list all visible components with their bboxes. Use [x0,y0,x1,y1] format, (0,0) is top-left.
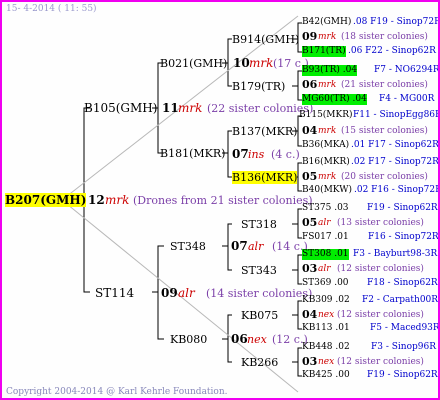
copyright-footer: Copyright 2004-2014 @ Karl Kehrle Founda… [6,387,228,397]
queen-mg60-id[interactable]: MG60(TR) .04 [302,94,367,105]
queen-b181-description: (4 c.) [271,148,300,161]
queen-kb266-description: (12 sister colonies) [337,357,424,367]
queen-b36-id[interactable]: B36(MKA) [302,140,349,151]
queen-b914-id[interactable]: B914(GMH) [232,33,299,46]
queen-st318-id[interactable]: ST318 [241,218,277,231]
queen-b16-id[interactable]: B16(MKR) [302,157,350,168]
queen-b021-generation: 10 [233,56,250,70]
queen-kb448-id[interactable]: KB448 .02 [302,342,350,353]
queen-lower-description: (14 sister colonies) [206,287,313,300]
queen-kb448-info: F3 - Sinop96R [371,342,436,352]
queen-st308-info: F3 - Bayburt98-3R [353,249,438,259]
root-queen-id[interactable]: B207(GMH) [5,193,87,207]
queen-kb266-generation: 03 [302,355,318,368]
queen-lower-generation: 09 [161,286,178,300]
queen-kb080-id[interactable]: KB080 [170,333,207,346]
queen-kb075-mark: nex [318,310,335,320]
queen-b93-info: F7 - NO6294R [374,65,440,75]
root-description: (Drones from 21 sister colonies) [133,194,313,207]
queen-st375-id[interactable]: ST375 .03 [302,203,349,214]
queen-b914-mark: mrk [318,32,337,42]
queen-b179-id[interactable]: B179(TR) [232,80,285,93]
queen-b137-generation: 04 [302,124,318,137]
queen-kb075-generation: 04 [302,308,318,321]
root-generation: 12 [88,193,105,207]
queen-b42-id[interactable]: B42(GMH) [302,17,351,28]
queen-st343-mark: alr [318,264,331,274]
queen-b136-mark: mrk [318,172,337,182]
queen-st369-id[interactable]: ST369 .00 [302,278,349,289]
queen-b40-id[interactable]: B40(MKW) [302,185,352,196]
queen-kb075-id[interactable]: KB075 [241,309,278,322]
queen-b137-description: (15 sister colonies) [341,126,428,136]
root-mark: mrk [105,193,130,207]
queen-b914-description: (18 sister colonies) [341,32,428,42]
queen-b179-description: (21 sister colonies) [341,80,428,90]
queen-b021-id[interactable]: B021(GMH) [160,57,227,70]
queen-st343-generation: 03 [302,262,318,275]
queen-st318-generation: 05 [302,216,318,229]
queen-kb266-id[interactable]: KB266 [241,356,278,369]
queen-st369-info: F18 - Sinop62R [367,278,438,288]
queen-st348-id[interactable]: ST348 [170,240,206,253]
queen-st348-mark: alr [248,240,264,253]
queen-b115-info: F11 - SinopEgg86R [353,110,440,120]
queen-st318-mark: alr [318,218,331,228]
queen-b021-mark: mrk [249,56,274,70]
queen-b137-mark: mrk [318,126,337,136]
queen-mg60-info: F4 - MG00R [379,94,435,104]
pedigree-frame: 15- 4-2014 ( 11: 55) B207(GMH) 12 mrk (D… [0,0,440,400]
queen-lower-id[interactable]: ST114 [95,286,134,300]
queen-kb075-description: (12 sister colonies) [337,310,424,320]
queen-st343-description: (12 sister colonies) [337,264,424,274]
queen-b171-info: .06 F22 - Sinop62R [348,46,436,56]
queen-b136-id[interactable]: B136(MKR) [232,171,298,184]
queen-b181-generation: 07 [232,147,249,161]
queen-kb309-info: F2 - Carpath00R [362,295,439,305]
queen-kb309-id[interactable]: KB309 .02 [302,295,350,306]
queen-b181-mark: ins [248,148,265,161]
queen-upper-id[interactable]: B105(GMH) [84,101,157,115]
queen-b36-info: .01 F17 - Sinop62R [351,140,439,150]
timestamp-header: 15- 4-2014 ( 11: 55) [6,4,97,14]
queen-kb425-info: F19 - Sinop62R [367,370,438,380]
queen-st318-description: (13 sister colonies) [337,218,424,228]
queen-kb266-mark: nex [318,357,335,367]
queen-fs017-info: F16 - Sinop72R [368,232,439,242]
queen-st348-generation: 07 [231,239,248,253]
queen-kb113-id[interactable]: KB113 .01 [302,323,350,334]
queen-st343-id[interactable]: ST343 [241,264,277,277]
queen-upper-mark: mrk [178,101,203,115]
queen-b137-id[interactable]: B137(MKR) [232,125,297,138]
queen-b179-generation: 06 [302,78,318,91]
queen-kb080-mark: nex [247,333,267,346]
queen-b179-mark: mrk [318,80,337,90]
queen-kb425-id[interactable]: KB425 .00 [302,370,350,381]
queen-lower-mark: alr [178,286,195,300]
queen-b136-description: (20 sister colonies) [341,172,428,182]
queen-b171-id[interactable]: B171(TR) [302,46,346,57]
queen-b115-id[interactable]: B115(MKR) [299,110,353,121]
queen-b42-info: .08 F19 - Sinop72R [353,17,440,27]
queen-b136-generation: 05 [302,170,318,183]
queen-kb080-generation: 06 [231,332,248,346]
queen-b16-info: .02 F17 - Sinop72R [351,157,439,167]
queen-b93-id[interactable]: B93(TR) .04 [302,65,358,76]
queen-b40-info: .02 F16 - Sinop72R [354,185,440,195]
queen-st375-info: F19 - Sinop62R [367,203,438,213]
queen-b914-generation: 09 [302,30,318,43]
queen-upper-generation: 11 [162,101,179,115]
queen-fs017-id[interactable]: FS017 .01 [302,232,349,243]
queen-kb113-info: F5 - Maced93R [370,323,440,333]
queen-st308-id[interactable]: ST308 .01 [302,249,349,260]
queen-upper-description: (22 sister colonies) [207,102,314,115]
queen-b181-id[interactable]: B181(MKR) [160,147,225,160]
